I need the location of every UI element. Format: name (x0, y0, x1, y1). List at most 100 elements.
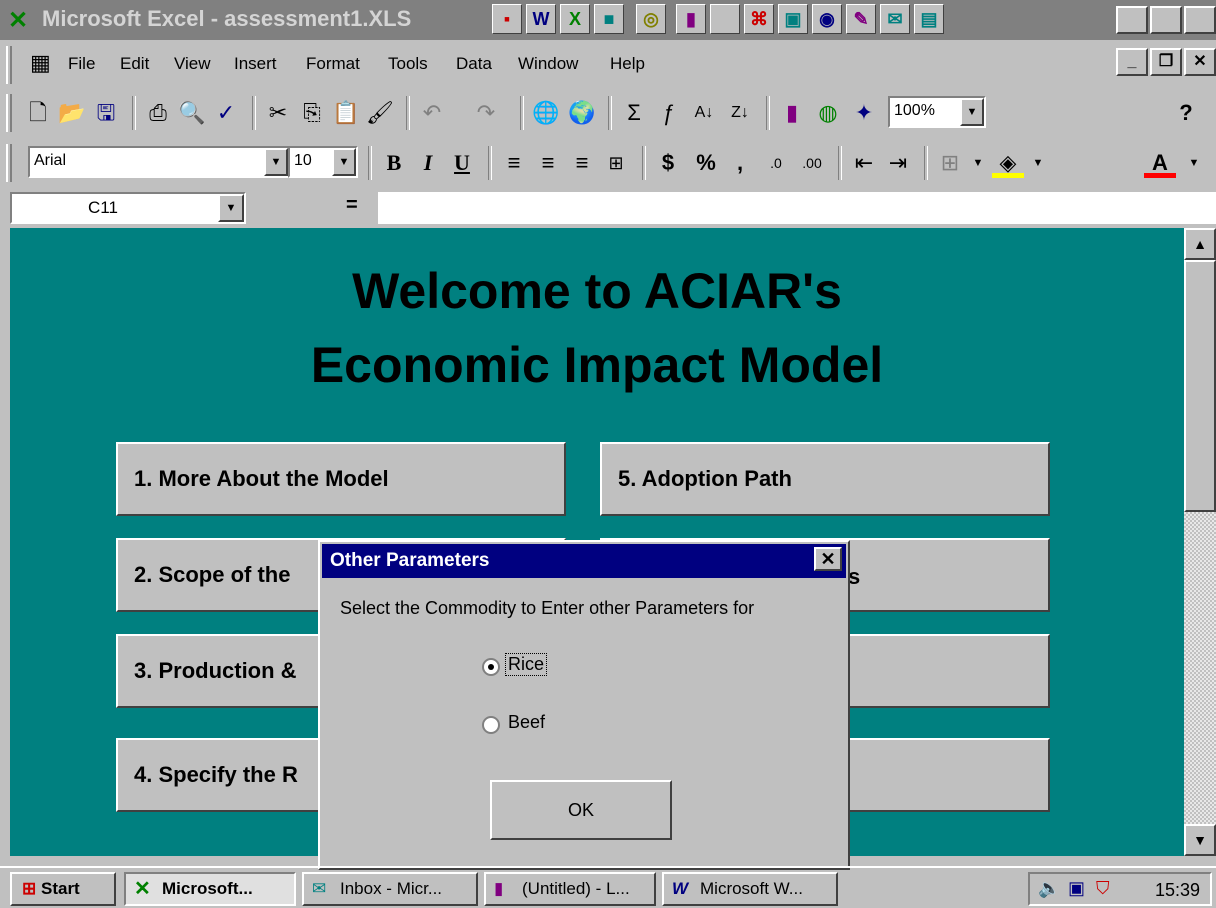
percent-button[interactable]: % (690, 148, 722, 178)
menu-insert[interactable]: Insert (234, 54, 277, 74)
menu-view[interactable]: View (174, 54, 211, 74)
currency-button[interactable]: $ (652, 148, 684, 178)
name-box[interactable]: C11 (10, 192, 246, 224)
rice-label[interactable]: Rice (504, 653, 548, 676)
name-box-dropdown[interactable]: ▼ (218, 194, 244, 222)
font-select[interactable]: Arial ▼ (28, 146, 290, 178)
menu-edit[interactable]: Edit (120, 54, 149, 74)
toolbar-grip[interactable] (6, 94, 12, 132)
chevron-down-icon[interactable]: ▼ (264, 148, 288, 176)
minimize-button[interactable]: _ (1116, 6, 1148, 34)
font-size-select[interactable]: 10 ▼ (288, 146, 358, 178)
new-icon[interactable]: 🗋 (22, 98, 54, 128)
formula-input[interactable] (378, 192, 1216, 224)
zoom-select[interactable]: 100% ▼ (888, 96, 986, 128)
beef-radio[interactable] (482, 716, 500, 734)
chevron-down-icon[interactable]: ▼ (960, 98, 984, 126)
task-word[interactable]: W Microsoft W... (662, 872, 838, 906)
binder-shortcut-icon[interactable]: ▤ (914, 4, 944, 34)
scroll-up-icon[interactable]: ▲ (1184, 228, 1216, 260)
close-button[interactable]: ✕ (1184, 6, 1216, 34)
acrobat-shortcut-icon[interactable]: ⌘ (744, 4, 774, 34)
inbox-shortcut-icon[interactable]: ✉ (880, 4, 910, 34)
save-icon[interactable]: 🖫 (90, 98, 122, 128)
network-icon[interactable]: ▣ (1068, 878, 1085, 899)
vertical-scrollbar[interactable]: ▲ ▼ (1184, 228, 1216, 856)
menu-tools[interactable]: Tools (388, 54, 428, 74)
adoption-path-button[interactable]: 5. Adoption Path (600, 442, 1050, 516)
find-shortcut-icon[interactable]: ◎ (636, 4, 666, 34)
menu-file[interactable]: File (68, 54, 95, 74)
schedule-shortcut-icon[interactable]: ✎ (846, 4, 876, 34)
restore-button[interactable]: ❐ (1150, 6, 1182, 34)
chart-shortcut-icon[interactable]: ▮ (676, 4, 706, 34)
sort-ascending-icon[interactable]: A↓ (688, 98, 720, 128)
format-painter-icon[interactable]: 🖌 (364, 98, 396, 128)
document-icon[interactable]: ▦ (30, 50, 51, 76)
web-toolbar-icon[interactable]: 🌍 (566, 98, 598, 128)
office-shortcut-icon[interactable]: ▪ (492, 4, 522, 34)
rice-radio[interactable] (482, 658, 500, 676)
more-about-model-button[interactable]: 1. More About the Model (116, 442, 566, 516)
task-untitled[interactable]: ▮ (Untitled) - L... (484, 872, 656, 906)
menu-format[interactable]: Format (306, 54, 360, 74)
function-icon[interactable]: ƒ (652, 98, 684, 128)
merge-center-icon[interactable]: ⊞ (600, 148, 632, 178)
doc-minimize-button[interactable]: _ (1116, 48, 1148, 76)
tool-shortcut-icon[interactable]: ⚙ (710, 4, 740, 34)
font-color-icon[interactable]: A (1144, 148, 1176, 178)
underline-button[interactable]: U (446, 148, 478, 178)
menu-grip[interactable] (6, 46, 12, 84)
cut-icon[interactable]: ✂ (262, 98, 294, 128)
excel-shortcut-icon[interactable]: X (560, 4, 590, 34)
copy-icon[interactable]: ⎘ (296, 98, 328, 128)
borders-dropdown-icon[interactable]: ▼ (962, 148, 994, 178)
decrease-indent-icon[interactable]: ⇤ (848, 148, 880, 178)
toolbar-grip[interactable] (6, 144, 12, 182)
increase-indent-icon[interactable]: ⇥ (882, 148, 914, 178)
chevron-down-icon[interactable]: ▼ (332, 148, 356, 176)
align-left-icon[interactable]: ≡ (498, 148, 530, 178)
excel-app-icon[interactable]: ✕ (8, 6, 28, 35)
ok-button[interactable]: OK (490, 780, 672, 840)
chart-wizard-icon[interactable]: ▮ (776, 98, 808, 128)
font-color-dropdown-icon[interactable]: ▼ (1178, 148, 1210, 178)
fill-dropdown-icon[interactable]: ▼ (1022, 148, 1054, 178)
increase-decimal-icon[interactable]: .0 (760, 148, 792, 178)
redo-icon[interactable]: ↷ (470, 98, 502, 128)
task-inbox[interactable]: ✉ Inbox - Micr... (302, 872, 478, 906)
doc-restore-button[interactable]: ❐ (1150, 48, 1182, 76)
task-excel[interactable]: ✕ Microsoft... (124, 872, 296, 906)
autosum-icon[interactable]: Σ (618, 98, 650, 128)
sort-descending-icon[interactable]: Z↓ (724, 98, 756, 128)
word-shortcut-icon[interactable]: W (526, 4, 556, 34)
menu-window[interactable]: Window (518, 54, 578, 74)
doc-close-button[interactable]: ✕ (1184, 48, 1216, 76)
comma-button[interactable]: , (724, 148, 756, 178)
form-shortcut-icon[interactable]: ▣ (778, 4, 808, 34)
map-icon[interactable]: ◍ (812, 98, 844, 128)
dialog-close-icon[interactable]: ✕ (814, 547, 842, 571)
insert-hyperlink-icon[interactable]: 🌐 (530, 98, 562, 128)
italic-button[interactable]: I (412, 148, 444, 178)
start-button[interactable]: ⊞ Start (10, 872, 116, 906)
drawing-icon[interactable]: ✦ (848, 98, 880, 128)
antivirus-icon[interactable]: ⛉ (1096, 878, 1110, 899)
formula-equals[interactable]: = (346, 194, 358, 217)
spelling-icon[interactable]: ✓ (210, 98, 242, 128)
scroll-thumb[interactable] (1184, 260, 1216, 512)
undo-icon[interactable]: ↶ (416, 98, 448, 128)
decrease-decimal-icon[interactable]: .00 (796, 148, 828, 178)
paste-icon[interactable]: 📋 (330, 98, 362, 128)
scroll-down-icon[interactable]: ▼ (1184, 824, 1216, 856)
align-center-icon[interactable]: ≡ (532, 148, 564, 178)
bold-button[interactable]: B (378, 148, 410, 178)
align-right-icon[interactable]: ≡ (566, 148, 598, 178)
volume-icon[interactable]: 🔈 (1038, 878, 1060, 899)
print-preview-icon[interactable]: 🔍 (176, 98, 208, 128)
beef-label[interactable]: Beef (508, 712, 545, 733)
open-icon[interactable]: 📂 (56, 98, 88, 128)
powerpoint-shortcut-icon[interactable]: ■ (594, 4, 624, 34)
explorer-shortcut-icon[interactable]: ◉ (812, 4, 842, 34)
help-icon[interactable]: ? (1170, 98, 1202, 128)
